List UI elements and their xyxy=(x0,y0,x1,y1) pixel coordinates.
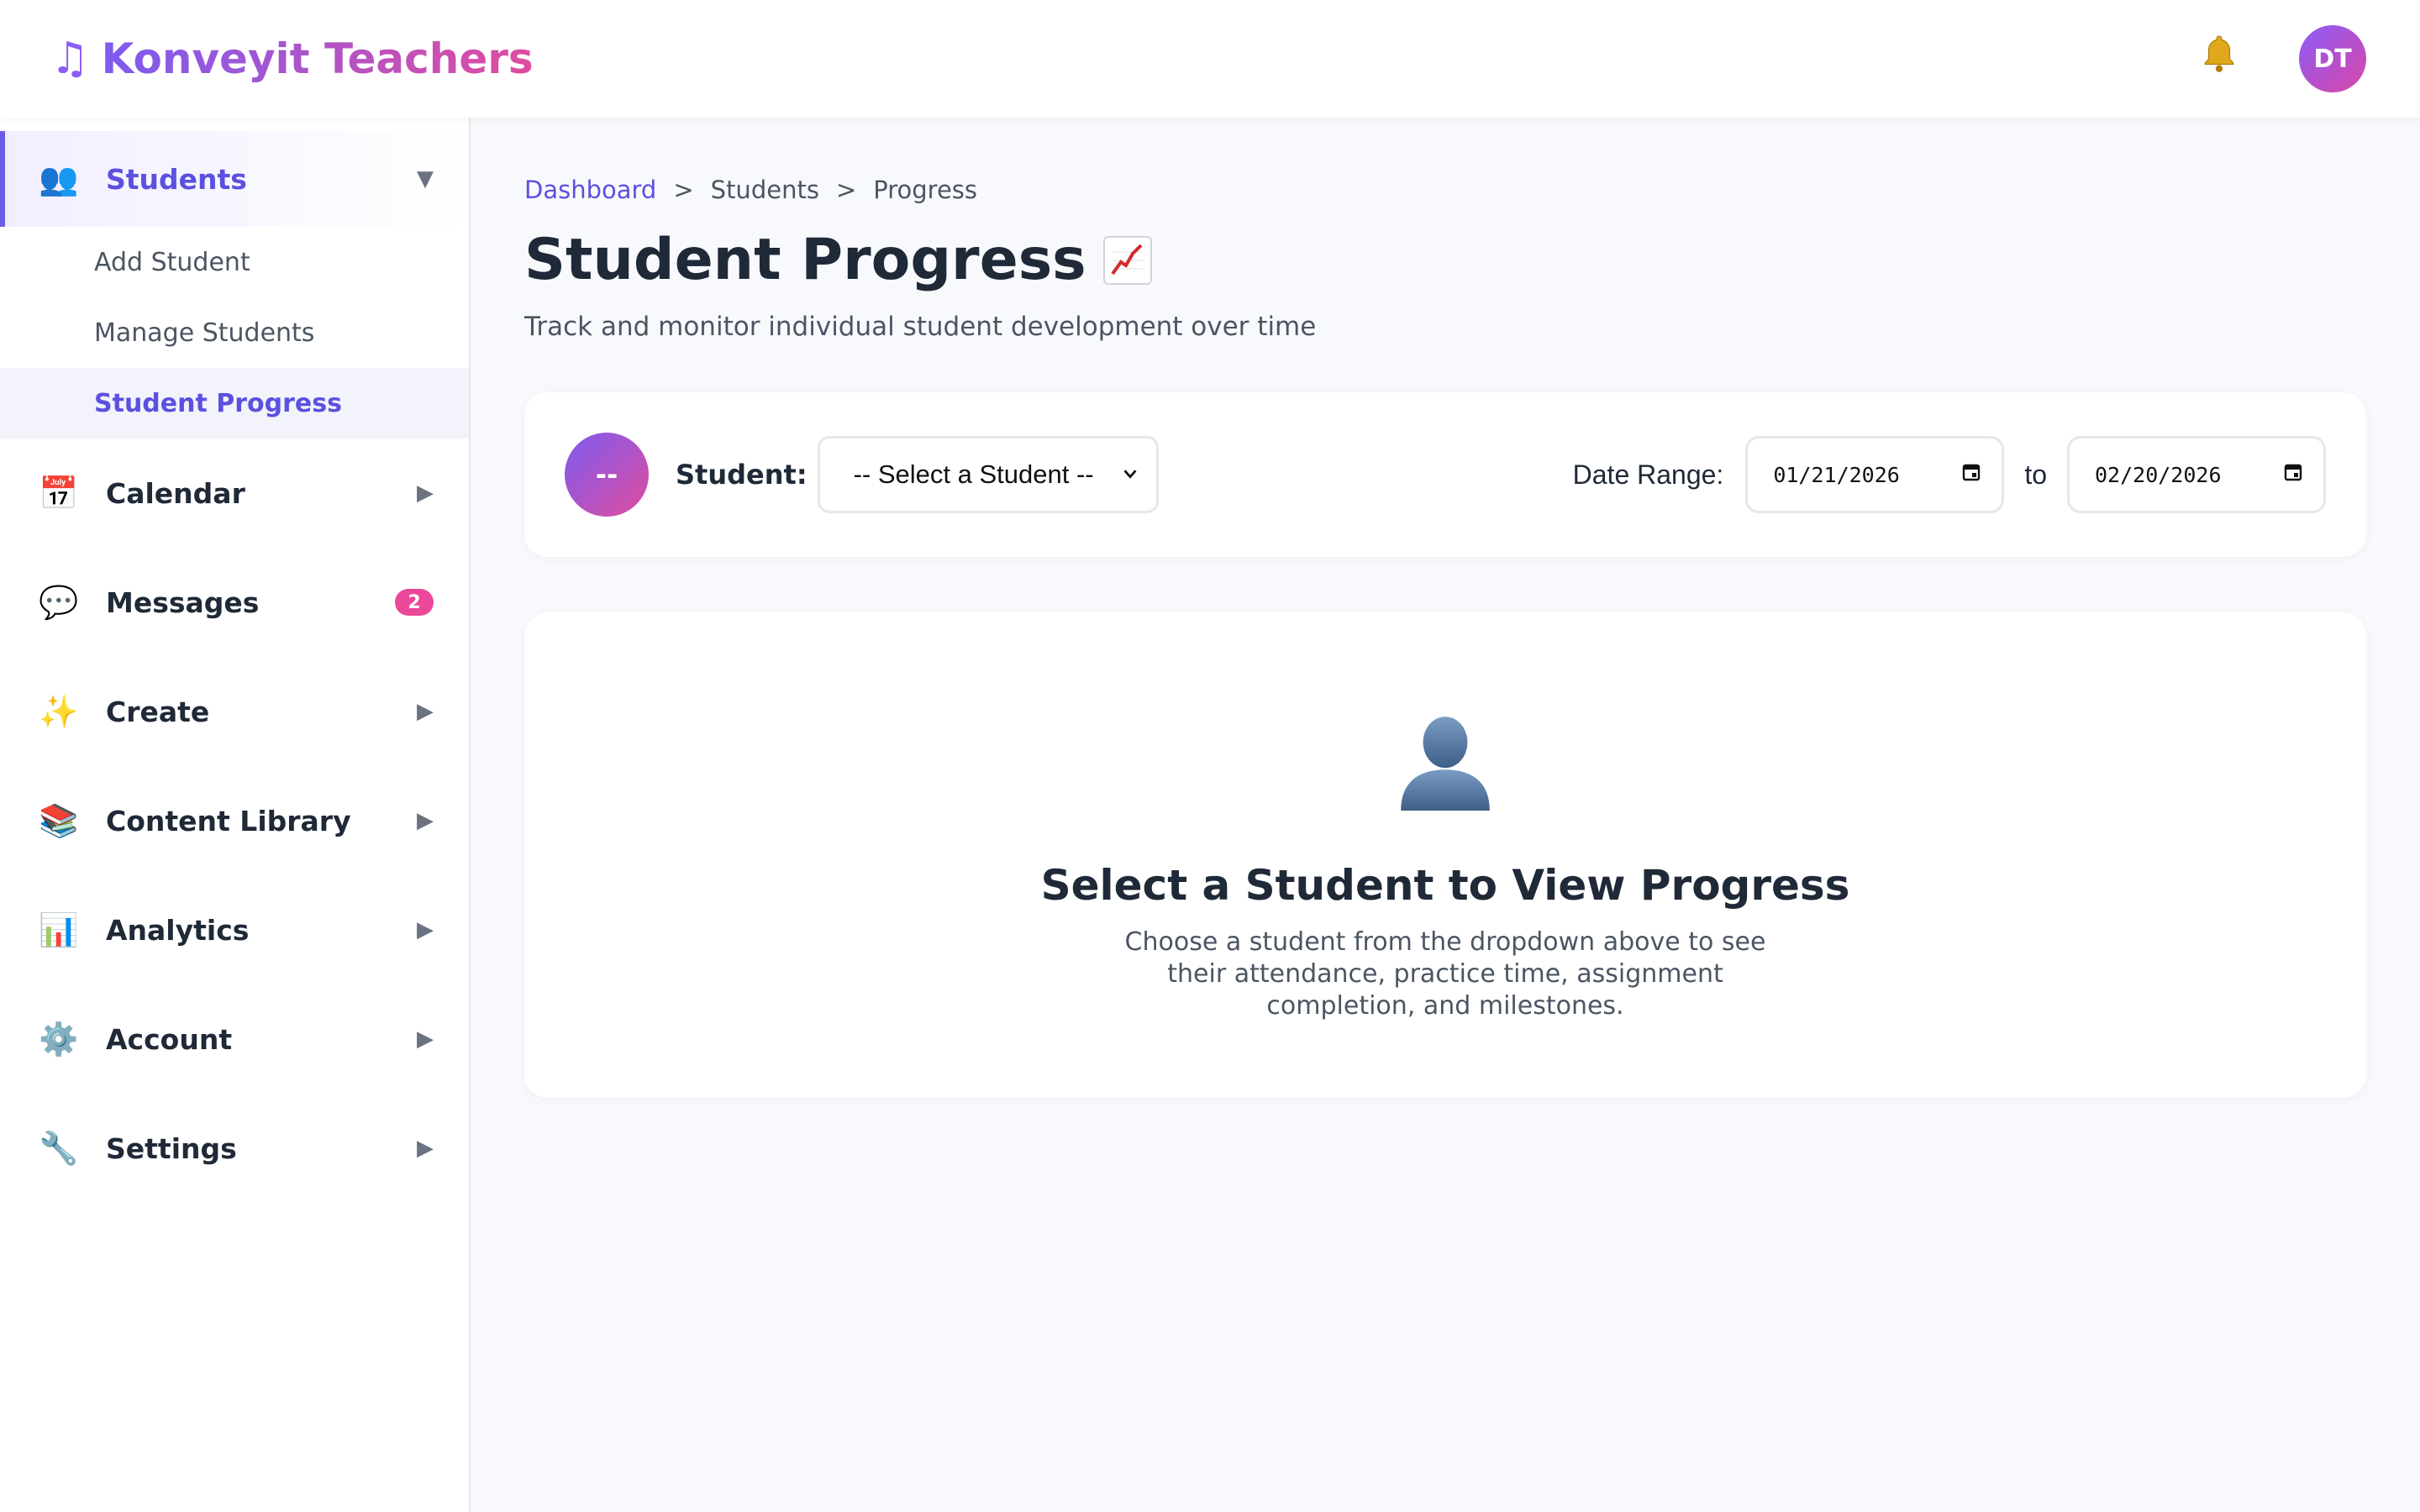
chart-increasing-icon xyxy=(1102,235,1152,285)
sidebar-item-messages[interactable]: 💬 Messages 2 xyxy=(0,548,469,657)
people-icon: 👥 xyxy=(39,160,79,197)
calendar-icon-svg xyxy=(1963,464,1981,481)
sidebar-item-label: Analytics xyxy=(106,913,250,947)
sidebar-item-analytics[interactable]: 📊 Analytics ▶ xyxy=(0,875,469,984)
chevron-down-icon-svg xyxy=(1123,470,1137,479)
date-to-input[interactable]: 02/20/2026 xyxy=(2067,436,2326,513)
calendar-icon[interactable] xyxy=(1961,462,1981,487)
empty-state-card: Select a Student to View Progress Choose… xyxy=(524,612,2366,1098)
sidebar-item-label: Settings xyxy=(106,1131,237,1165)
gear-icon: ⚙️ xyxy=(39,1021,79,1058)
breadcrumb-progress: Progress xyxy=(873,176,978,204)
brand[interactable]: ♫ Konveyit Teachers xyxy=(50,34,534,83)
header-actions: DT xyxy=(2198,25,2366,92)
page-title: Student Progress xyxy=(524,227,1086,293)
filter-card: -- Student: -- Select a Student -- Date … xyxy=(524,392,2366,557)
sidebar-item-label: Messages xyxy=(106,585,260,619)
unread-badge: 2 xyxy=(395,589,434,616)
books-icon: 📚 xyxy=(39,802,79,839)
bell-icon[interactable] xyxy=(2198,33,2240,85)
breadcrumb-separator: > xyxy=(835,176,857,204)
student-avatar: -- xyxy=(565,433,649,517)
date-to-value: 02/20/2026 xyxy=(2095,462,2222,487)
top-header: ♫ Konveyit Teachers DT xyxy=(0,0,2420,118)
page-title-row: Student Progress xyxy=(524,227,2366,293)
breadcrumb-dashboard[interactable]: Dashboard xyxy=(524,176,656,204)
breadcrumb: Dashboard > Students > Progress xyxy=(524,171,2366,208)
date-from-value: 01/21/2026 xyxy=(1773,462,1900,487)
sidebar-item-settings[interactable]: 🔧 Settings ▶ xyxy=(0,1094,469,1203)
speech-bubble-icon: 💬 xyxy=(39,584,79,621)
sidebar-subitem-student-progress[interactable]: Student Progress xyxy=(0,368,469,438)
chevron-down-icon xyxy=(1121,459,1139,490)
sidebar-item-create[interactable]: ✨ Create ▶ xyxy=(0,657,469,766)
chevron-right-icon: ▶ xyxy=(417,808,434,833)
sidebar: 👥 Students ▼ Add Student Manage Students… xyxy=(0,118,471,1512)
sidebar-item-label: Create xyxy=(106,695,210,728)
breadcrumb-students: Students xyxy=(710,176,819,204)
chevron-right-icon: ▶ xyxy=(417,699,434,724)
date-range-label: Date Range: xyxy=(1572,459,1724,490)
nav-group-students: 👥 Students ▼ Add Student Manage Students… xyxy=(0,131,469,438)
chevron-right-icon: ▶ xyxy=(417,917,434,942)
date-from-input[interactable]: 01/21/2026 xyxy=(1745,436,2005,513)
sidebar-item-account[interactable]: ⚙️ Account ▶ xyxy=(0,984,469,1094)
person-silhouette-icon xyxy=(1401,717,1490,811)
bell-icon-svg xyxy=(2204,35,2234,72)
to-label: to xyxy=(2024,459,2047,490)
sidebar-item-calendar[interactable]: 📅 Calendar ▶ xyxy=(0,438,469,548)
bar-chart-icon: 📊 xyxy=(39,911,79,948)
user-avatar[interactable]: DT xyxy=(2299,25,2366,92)
chevron-right-icon: ▶ xyxy=(417,480,434,506)
sidebar-item-label: Content Library xyxy=(106,804,351,837)
students-submenu: Add Student Manage Students Student Prog… xyxy=(0,227,469,438)
app-title: Konveyit Teachers xyxy=(101,34,534,83)
empty-state-title: Select a Student to View Progress xyxy=(1040,861,1850,910)
music-note-icon: ♫ xyxy=(50,34,90,84)
wrench-icon: 🔧 xyxy=(39,1130,79,1167)
breadcrumb-separator: > xyxy=(673,176,694,204)
chart-increasing-icon-svg xyxy=(1111,244,1143,275)
sidebar-item-label: Students xyxy=(106,162,247,196)
calendar-icon: 📅 xyxy=(39,475,79,512)
sidebar-item-content-library[interactable]: 📚 Content Library ▶ xyxy=(0,766,469,875)
student-select[interactable]: -- Select a Student -- xyxy=(817,436,1159,513)
sidebar-item-students[interactable]: 👥 Students ▼ xyxy=(0,131,469,227)
sidebar-item-label: Account xyxy=(106,1022,233,1056)
empty-state-description: Choose a student from the dropdown above… xyxy=(1124,927,1766,1021)
student-select-value: -- Select a Student -- xyxy=(853,459,1094,489)
calendar-icon[interactable] xyxy=(2283,462,2303,487)
sidebar-subitem-manage-students[interactable]: Manage Students xyxy=(0,297,469,368)
calendar-icon-svg xyxy=(2284,464,2302,481)
chevron-right-icon: ▶ xyxy=(417,1136,434,1161)
student-label: Student: xyxy=(676,459,808,491)
page-subtitle: Track and monitor individual student dev… xyxy=(524,312,1317,342)
main-content: Dashboard > Students > Progress Student … xyxy=(472,118,2420,1512)
sidebar-subitem-add-student[interactable]: Add Student xyxy=(0,227,469,297)
sidebar-item-label: Calendar xyxy=(106,476,245,510)
sparkles-icon: ✨ xyxy=(39,693,79,730)
chevron-down-icon: ▼ xyxy=(417,166,434,192)
chevron-right-icon: ▶ xyxy=(417,1026,434,1052)
